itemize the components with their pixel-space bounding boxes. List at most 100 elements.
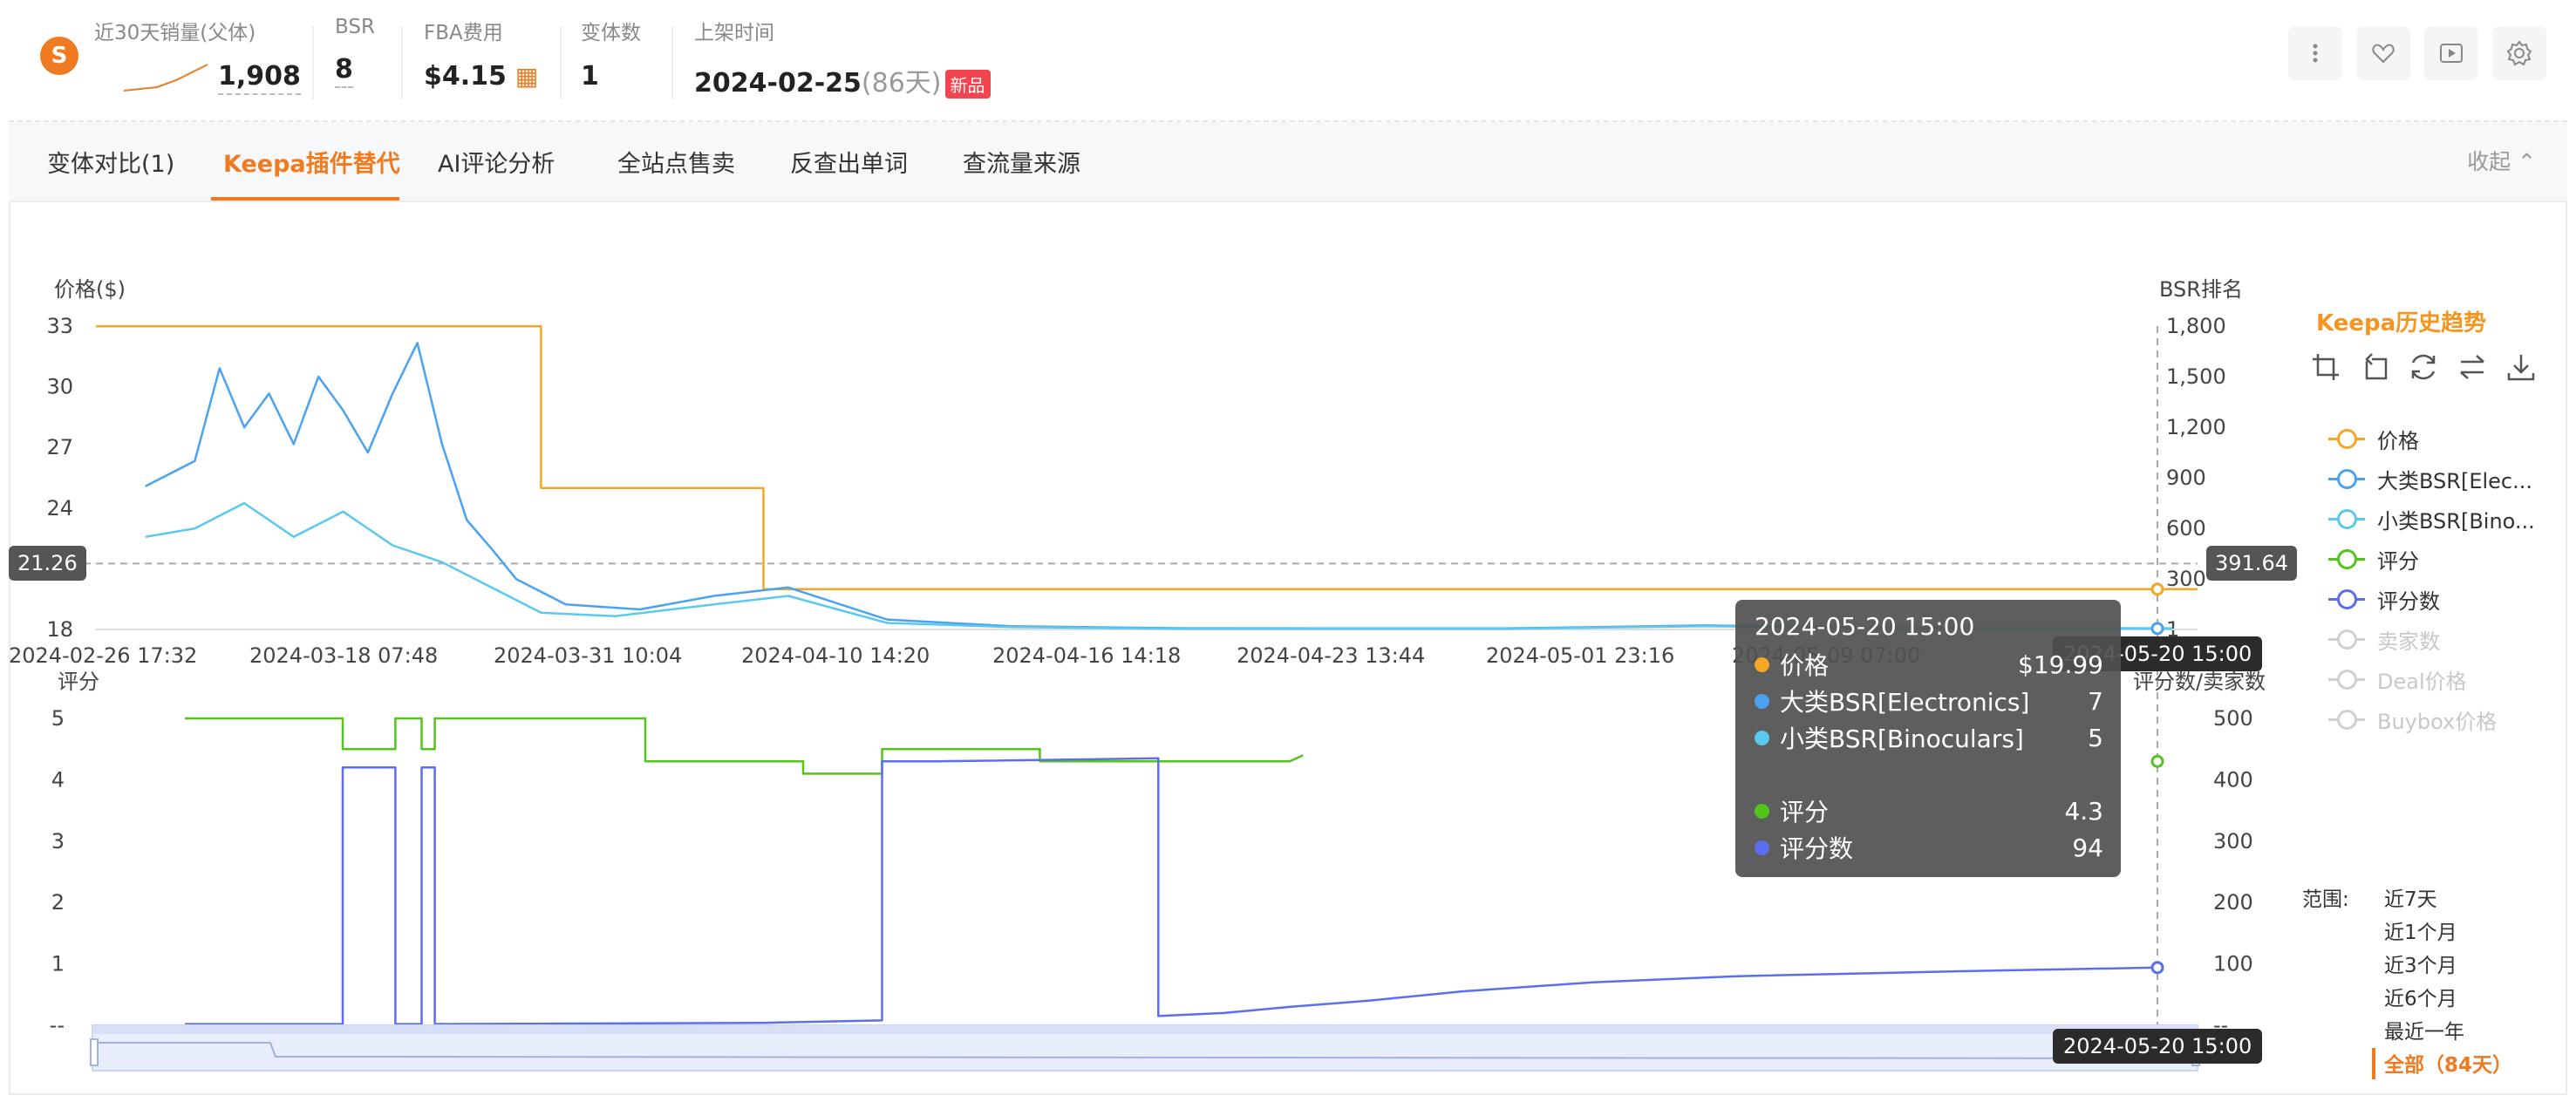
zoom-slider[interactable] [90, 1024, 2200, 1071]
tooltip-row-name: 评分数 [1780, 834, 1854, 863]
review-tick-label: 200 [2213, 890, 2253, 915]
legend-dot [1755, 730, 1769, 745]
review-tick-label: 100 [2213, 952, 2253, 976]
legend-item-rating[interactable]: 评分 [2328, 539, 2535, 579]
legend-dot [1755, 803, 1769, 819]
series-line [145, 342, 2173, 630]
tooltip-row-value: 94 [2072, 833, 2103, 862]
legend-marker [2328, 629, 2365, 650]
bsr-tick-label: 1,500 [2166, 364, 2226, 389]
price-point-marker [2150, 582, 2164, 596]
legend-label: 卖家数 [2377, 629, 2440, 654]
x-tick-label: 2024-02-26 17:32 [9, 643, 197, 668]
legend-marker [2328, 428, 2365, 449]
tooltip-row: 小类BSR[Binoculars] 5 [1755, 720, 2103, 755]
download-icon[interactable] [2506, 352, 2536, 382]
crosshair-price-label: 21.26 [9, 546, 86, 582]
legend-marker [2328, 508, 2365, 529]
rating-point-marker [2150, 754, 2164, 768]
series-line [185, 717, 1304, 775]
legend-label: Deal价格 [2377, 669, 2467, 694]
legend-label: Buybox价格 [2377, 709, 2498, 734]
rating-tick-label: -- [50, 1013, 65, 1037]
rating-tick-label: 2 [51, 890, 65, 915]
legend-marker [2328, 468, 2365, 489]
price-tick-label: 33 [46, 314, 73, 338]
range-label: 范围: [2302, 888, 2349, 911]
bsr-axis-title: BSR排名 [2159, 277, 2243, 302]
tooltip-row-name: 小类BSR[Binoculars] [1780, 724, 2024, 753]
zoom-in-icon[interactable] [2311, 352, 2341, 382]
rating-tick-label: 3 [51, 829, 65, 854]
tooltip-row-name: 评分 [1780, 798, 1830, 826]
chart-tooltip: 2024-05-20 15:00 价格 $19.99 大类BSR[Electron… [1735, 600, 2121, 877]
price-tick-label: 30 [46, 375, 73, 399]
chart-legend: 价格 大类BSR[Elec... 小类BSR[Bino... 评分 评分数 卖家… [2328, 418, 2535, 739]
refresh-icon[interactable] [2409, 352, 2438, 382]
bsr-tick-label: 900 [2166, 466, 2206, 490]
tooltip-row: 评分 4.3 [1755, 793, 2103, 828]
crosshair-time-label-bottom: 2024-05-20 15:00 [2053, 1029, 2263, 1064]
legend-item-price[interactable]: 价格 [2328, 418, 2535, 459]
price-tick-label: 18 [46, 617, 73, 642]
x-tick-label: 2024-04-23 13:44 [1237, 643, 1425, 668]
series-line [96, 324, 2198, 591]
review-point-marker [2150, 961, 2164, 975]
tooltip-row-name: 价格 [1780, 651, 1830, 680]
legend-dot [1755, 693, 1769, 709]
range-1m[interactable]: 近1个月 [2384, 915, 2457, 945]
tooltip-row: 评分数 94 [1755, 830, 2103, 865]
x-tick-label: 2024-03-31 10:04 [494, 643, 682, 668]
crosshair-bsr-label: 391.64 [2206, 546, 2297, 582]
bsr-tick-label: 1,800 [2166, 314, 2226, 338]
legend-label: 评分数 [2377, 588, 2440, 614]
bsr-point-marker [2150, 622, 2164, 636]
range-all[interactable]: 全部（84天） [2384, 1048, 2512, 1078]
legend-label: 价格 [2377, 428, 2419, 453]
legend-item-review-count[interactable]: 评分数 [2328, 579, 2535, 619]
tooltip-row-value: $19.99 [2018, 650, 2103, 679]
tooltip-row-value: 7 [2088, 686, 2103, 716]
legend-item-sellers[interactable]: 卖家数 [2328, 619, 2535, 659]
legend-label: 评分 [2377, 548, 2419, 574]
legend-item-bsr-main[interactable]: 大类BSR[Elec... [2328, 459, 2535, 499]
tooltip-row-value: 5 [2088, 723, 2103, 752]
x-tick-label: 2024-05-01 23:16 [1486, 643, 1674, 668]
rating-tick-label: 1 [51, 952, 65, 976]
tooltip-row-name: 大类BSR[Electronics] [1780, 688, 2030, 717]
legend-dot [1755, 656, 1769, 672]
tooltip-row: 价格 $19.99 [1755, 647, 2103, 682]
swap-icon[interactable] [2457, 352, 2487, 382]
bsr-tick-label: 600 [2166, 516, 2206, 541]
keepa-chart[interactable]: 价格($)BSR排名3330272421181,8001,5001,200900… [0, 0, 2576, 1102]
tooltip-row-value: 4.3 [2064, 796, 2103, 826]
range-6m[interactable]: 近6个月 [2384, 982, 2457, 1011]
rating-axis-title: 评分 [58, 670, 99, 694]
legend-label: 大类BSR[Elec... [2377, 468, 2532, 493]
legend-item-buybox-price[interactable]: Buybox价格 [2328, 699, 2535, 739]
price-tick-label: 27 [46, 435, 73, 459]
keepa-title: Keepa历史趋势 [2316, 310, 2487, 337]
price-tick-label: 24 [46, 496, 73, 520]
zoom-handle-bar [92, 1025, 2198, 1034]
legend-marker [2328, 669, 2365, 690]
x-tick-label: 2024-04-10 14:20 [741, 643, 930, 668]
review-axis-title: 评分数/卖家数 [2133, 670, 2266, 694]
legend-marker [2328, 548, 2365, 569]
legend-marker [2328, 588, 2365, 609]
bsr-tick-label: 300 [2166, 567, 2206, 591]
review-tick-label: 400 [2213, 767, 2253, 792]
range-7d[interactable]: 近7天 [2384, 882, 2437, 912]
range-1y[interactable]: 最近一年 [2384, 1015, 2464, 1044]
tooltip-title: 2024-05-20 15:00 [1755, 612, 1975, 641]
range-3m[interactable]: 近3个月 [2384, 949, 2457, 978]
x-tick-label: 2024-03-18 07:48 [249, 643, 438, 668]
legend-item-bsr-sub[interactable]: 小类BSR[Bino... [2328, 499, 2535, 539]
legend-label: 小类BSR[Bino... [2377, 508, 2535, 534]
x-tick-label: 2024-04-16 14:18 [992, 643, 1181, 668]
zoom-reset-icon[interactable] [2360, 352, 2389, 382]
price-axis-title: 价格($) [54, 277, 126, 302]
legend-item-deal-price[interactable]: Deal价格 [2328, 659, 2535, 699]
zoom-left-handle [90, 1038, 99, 1066]
keepa-toolbar [2311, 352, 2536, 382]
